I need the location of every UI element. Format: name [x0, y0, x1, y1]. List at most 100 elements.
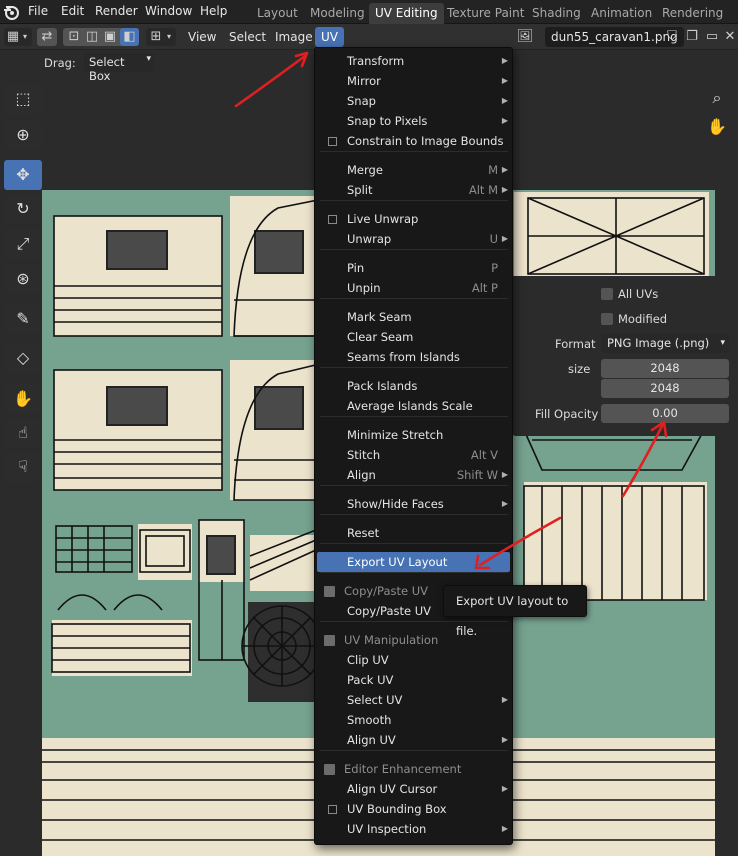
menu-item-align-uv-cursor[interactable]: Align UV Cursor ▶	[315, 779, 512, 799]
menu-item-select-uv[interactable]: Select UV ▶	[315, 690, 512, 710]
tool-pinch[interactable]: ☟	[4, 452, 42, 482]
tool-shelf: ⬚ ⊕ ✥ ↻ ⤢ ⊛ ✎ ◇ ✋ ☝ ☟	[2, 84, 42, 488]
close-icon[interactable]: ✕	[722, 28, 738, 46]
chevron-down-icon: ▾	[22, 32, 27, 41]
menu-item-uv-bounding-box[interactable]: UV Bounding Box	[315, 799, 512, 819]
size-x-field[interactable]: 2048	[601, 359, 729, 378]
menu-item-constrain-to-image-bounds[interactable]: Constrain to Image Bounds	[315, 131, 512, 151]
menu-separator	[320, 416, 508, 417]
tool-rotate[interactable]: ↻	[4, 194, 42, 224]
pan-hand-icon[interactable]: ✋	[704, 114, 730, 140]
menu-item-smooth[interactable]: Smooth	[315, 710, 512, 730]
tab-rendering[interactable]: Rendering	[656, 3, 729, 24]
island-mode-button[interactable]: ◧	[120, 28, 139, 46]
editor-type-button[interactable]: ▦ ▾	[4, 28, 32, 46]
menu-shortcut: Alt P	[471, 281, 498, 295]
menu-item-uv-inspection[interactable]: UV Inspection ▶	[315, 819, 512, 839]
menu-item-pack-islands[interactable]: Pack Islands	[315, 376, 512, 396]
menu-item-average-islands-scale[interactable]: Average Islands Scale	[315, 396, 512, 416]
face-mode-icon[interactable]: ▣	[101, 28, 119, 46]
menu-view[interactable]: View	[188, 30, 216, 44]
tab-modeling[interactable]: Modeling	[304, 3, 371, 24]
menu-edit[interactable]: Edit	[61, 4, 84, 18]
format-dropdown[interactable]: PNG Image (.png) ▾	[601, 334, 729, 353]
menu-shortcut: P	[491, 261, 498, 275]
menu-item-label: Copy/Paste UV	[347, 604, 432, 618]
tool-transform[interactable]: ⊛	[4, 264, 42, 294]
menu-item-align-uv[interactable]: Align UV ▶	[315, 730, 512, 750]
tab-animation[interactable]: Animation	[585, 3, 658, 24]
menu-select[interactable]: Select	[229, 30, 266, 44]
menu-item-snap-to-pixels[interactable]: Snap to Pixels ▶	[315, 111, 512, 131]
menu-item-label: Export UV Layout	[347, 555, 448, 569]
menu-item-mark-seam[interactable]: Mark Seam	[315, 307, 512, 327]
menu-item-clip-uv[interactable]: Clip UV	[315, 650, 512, 670]
menu-item-reset[interactable]: Reset	[315, 523, 512, 543]
menu-item-export-uv-layout[interactable]: Export UV Layout	[317, 552, 510, 572]
menu-item-clear-seam[interactable]: Clear Seam	[315, 327, 512, 347]
menu-item-seams-from-islands[interactable]: Seams from Islands	[315, 347, 512, 367]
menu-item-align[interactable]: Align Shift W ▶	[315, 465, 512, 485]
menu-item-live-unwrap[interactable]: Live Unwrap	[315, 209, 512, 229]
menu-item-pack-uv[interactable]: Pack UV	[315, 670, 512, 690]
menu-item-unwrap[interactable]: Unwrap U ▶	[315, 229, 512, 249]
menu-image[interactable]: Image	[275, 30, 313, 44]
menu-uv[interactable]: UV	[315, 27, 344, 47]
tool-select-box[interactable]: ⬚	[4, 84, 42, 114]
size-y-field[interactable]: 2048	[601, 379, 729, 398]
menu-file[interactable]: File	[28, 4, 48, 18]
sticky-select-button[interactable]: ⊞ ▾	[146, 28, 176, 46]
submenu-arrow-icon: ▶	[501, 824, 508, 833]
menu-item-pin[interactable]: Pin P	[315, 258, 512, 278]
drag-select-dropdown[interactable]: Select Box ▾	[84, 53, 154, 83]
tool-grab[interactable]: ✋	[4, 384, 42, 414]
tool-move[interactable]: ✥	[4, 160, 42, 190]
menu-item-mirror[interactable]: Mirror ▶	[315, 71, 512, 91]
tool-cube[interactable]: ◇	[4, 343, 42, 373]
checkbox-icon[interactable]	[328, 137, 337, 146]
duplicate-icon[interactable]: ❐	[684, 28, 700, 46]
menu-item-minimize-stretch[interactable]: Minimize Stretch	[315, 425, 512, 445]
blender-logo-icon[interactable]	[2, 3, 20, 21]
fill-opacity-label: Fill Opacity	[535, 407, 599, 421]
image-browse-icon[interactable]: 🖼	[515, 28, 535, 46]
tab-uv-editing[interactable]: UV Editing	[369, 3, 444, 24]
menu-window[interactable]: Window	[145, 4, 192, 18]
image-name-field[interactable]: dun55_caravan1.png	[545, 27, 684, 47]
menu-item-stitch[interactable]: Stitch Alt V	[315, 445, 512, 465]
tool-cursor[interactable]: ⊕	[4, 120, 42, 150]
menu-item-transform[interactable]: Transform ▶	[315, 51, 512, 71]
fill-opacity-field[interactable]: 0.00	[601, 404, 729, 423]
submenu-arrow-icon: ▶	[501, 165, 508, 174]
shield-icon[interactable]: ⛉	[664, 28, 680, 46]
vertex-mode-icon[interactable]: ⊡	[65, 28, 83, 46]
menu-item-merge[interactable]: Merge M ▶	[315, 160, 512, 180]
sync-selection-button[interactable]: ⇄	[37, 28, 57, 46]
menu-item-show-hide-faces[interactable]: Show/Hide Faces ▶	[315, 494, 512, 514]
menu-render[interactable]: Render	[95, 4, 138, 18]
sticky-select-icon: ⊞	[150, 29, 162, 44]
tool-relax[interactable]: ☝	[4, 418, 42, 448]
tab-shading[interactable]: Shading	[526, 3, 587, 24]
folder-icon[interactable]: ▭	[704, 28, 720, 46]
submenu-arrow-icon: ▶	[501, 735, 508, 744]
modified-checkbox[interactable]	[601, 313, 613, 325]
menu-help[interactable]: Help	[200, 4, 227, 18]
menu-item-snap[interactable]: Snap ▶	[315, 91, 512, 111]
all-uvs-checkbox[interactable]	[601, 288, 613, 300]
menu-shortcut: Alt V	[470, 448, 498, 462]
checkbox-icon[interactable]	[328, 805, 337, 814]
size-label: size	[568, 362, 591, 376]
move-icon: ✥	[16, 165, 30, 184]
tab-texture-paint[interactable]: Texture Paint	[441, 3, 530, 24]
menu-shortcut: Alt M	[468, 183, 498, 197]
tab-layout[interactable]: Layout	[251, 3, 304, 24]
checkbox-icon[interactable]	[328, 215, 337, 224]
menu-item-split[interactable]: Split Alt M ▶	[315, 180, 512, 200]
edge-mode-icon[interactable]: ◫	[83, 28, 101, 46]
tool-annotate[interactable]: ✎	[4, 304, 42, 334]
zoom-icon[interactable]: ⌕	[704, 85, 730, 111]
chevron-down-icon: ▾	[146, 54, 151, 64]
tool-scale[interactable]: ⤢	[4, 229, 42, 259]
menu-item-unpin[interactable]: Unpin Alt P	[315, 278, 512, 298]
